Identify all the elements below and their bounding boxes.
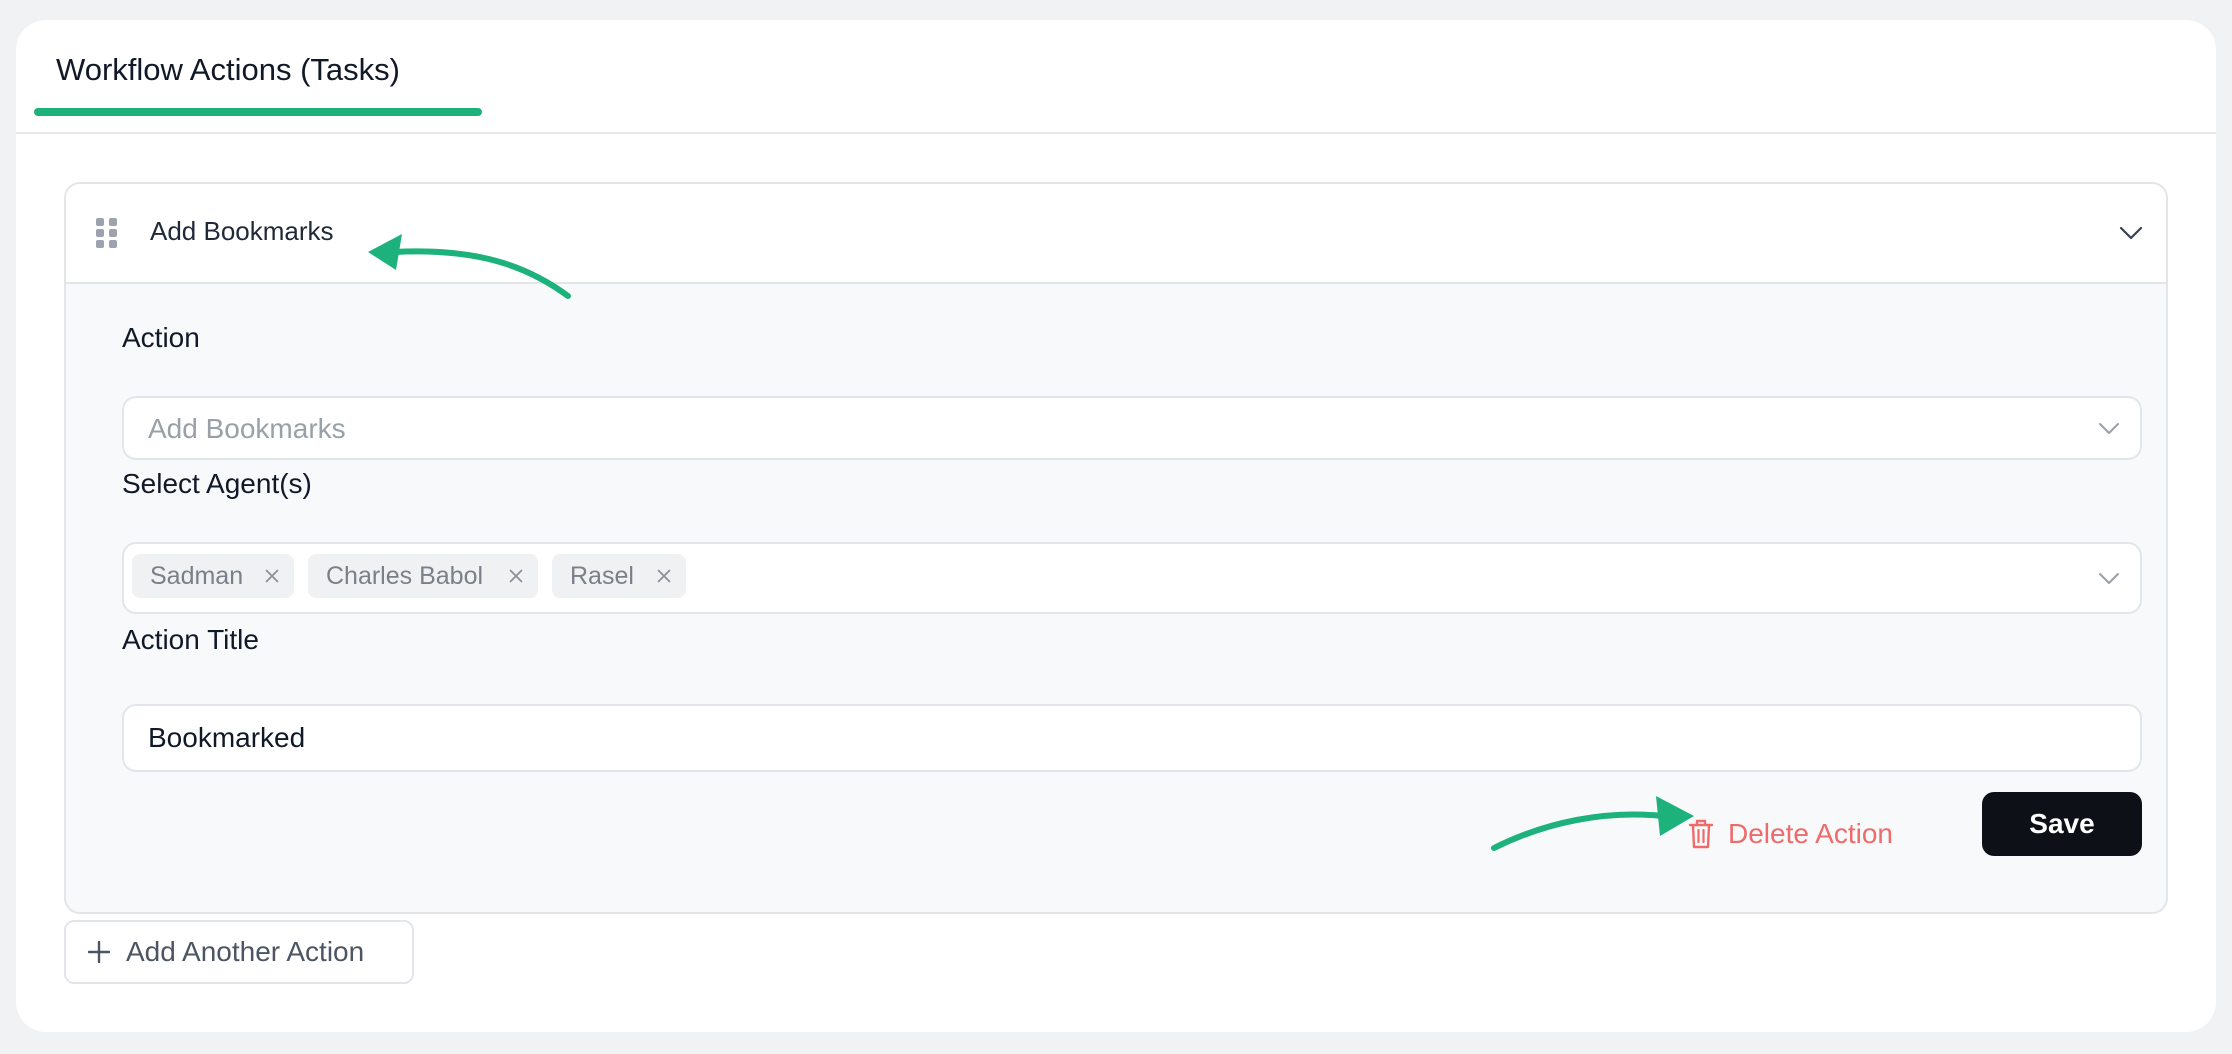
annotation-arrow-icon (368, 234, 571, 299)
tab-label: Workflow Actions (Tasks) (56, 52, 400, 87)
active-tab-indicator (34, 108, 482, 116)
agent-tag-label: Rasel (570, 561, 634, 590)
tab-workflow-actions[interactable]: Workflow Actions (Tasks) (34, 20, 482, 120)
close-icon[interactable] (264, 568, 280, 584)
agent-tag-label: Sadman (150, 561, 244, 590)
agent-tag: Charles Babol (308, 554, 538, 598)
action-title-label: Action Title (122, 624, 259, 655)
action-select-value: Add Bookmarks (148, 413, 346, 444)
tab-bar: Workflow Actions (Tasks) (16, 20, 2216, 134)
drag-handle-icon[interactable] (96, 218, 118, 248)
close-icon[interactable] (656, 568, 672, 584)
add-another-action-label: Add Another Action (126, 936, 365, 967)
chevron-down-icon (2099, 573, 2119, 584)
plus-icon (88, 941, 110, 963)
agents-field-label: Select Agent(s) (122, 468, 312, 499)
delete-action-label: Delete Action (1728, 818, 1893, 849)
add-another-action-button[interactable]: Add Another Action (64, 920, 414, 984)
agent-tag: Sadman (132, 554, 294, 598)
agent-tag: Rasel (552, 554, 686, 598)
annotation-arrow-icon (1491, 796, 1694, 851)
close-icon[interactable] (508, 568, 524, 584)
save-button[interactable]: Save (1982, 792, 2142, 856)
chevron-down-icon[interactable] (2118, 224, 2144, 242)
workflow-actions-card: Workflow Actions (Tasks) Add Bookmarks A… (16, 20, 2216, 1032)
chevron-down-icon (2099, 423, 2119, 434)
action-field-label: Action (122, 322, 200, 353)
accordion-title: Add Bookmarks (150, 216, 334, 246)
agents-multiselect[interactable]: Sadman Charles Babol Rasel (122, 542, 2142, 614)
agent-tag-label: Charles Babol (326, 561, 484, 590)
action-title-input[interactable] (122, 704, 2142, 772)
action-select[interactable]: Add Bookmarks (122, 396, 2142, 460)
